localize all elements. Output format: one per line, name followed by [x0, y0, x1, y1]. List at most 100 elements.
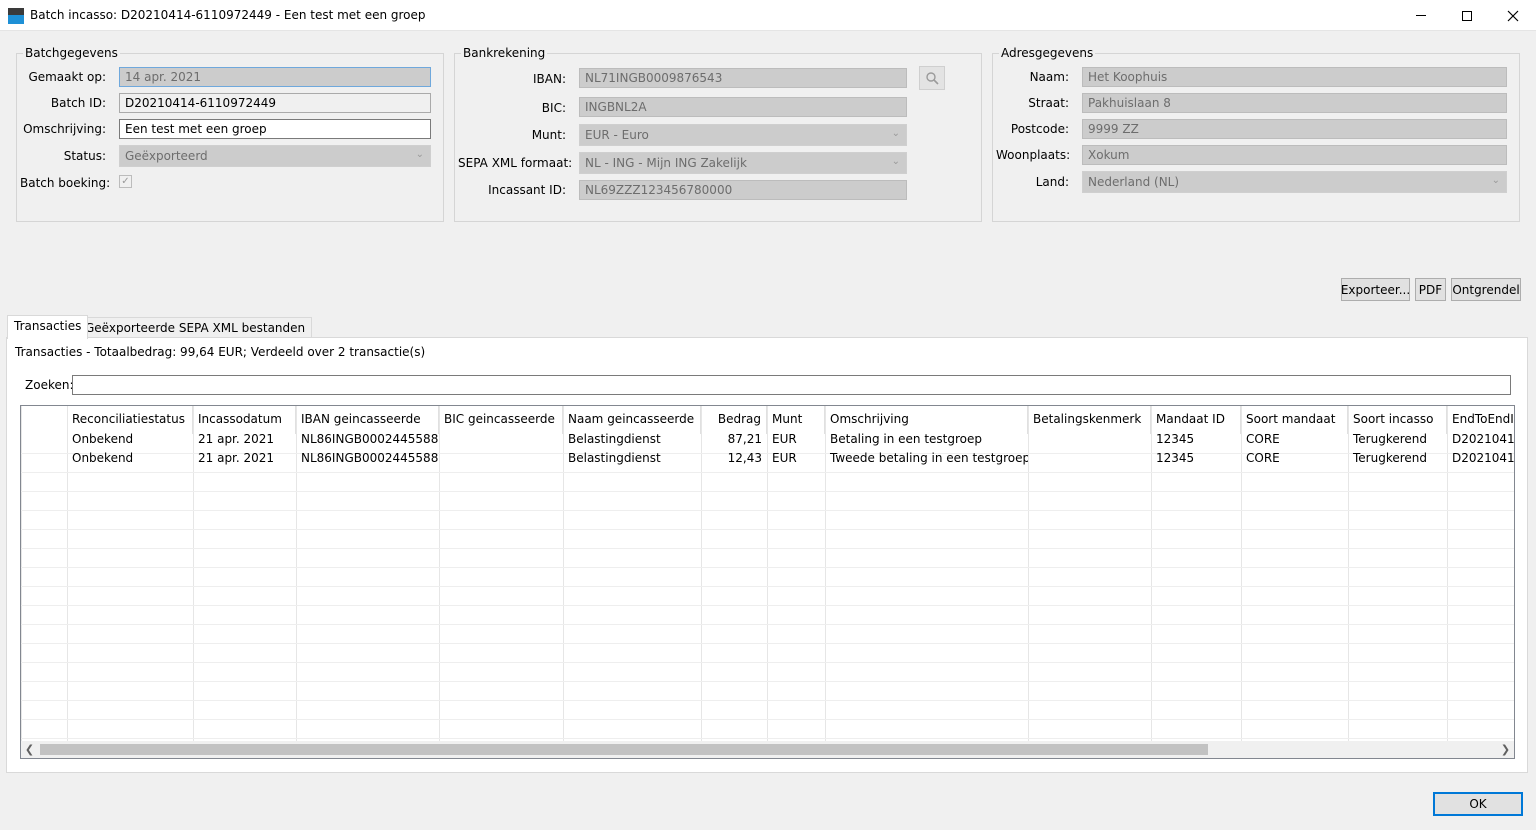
city-field[interactable]: Xokum — [1082, 145, 1507, 165]
grid-row-line — [21, 643, 1514, 644]
street-field[interactable]: Pakhuislaan 8 — [1082, 93, 1507, 113]
table-cell[interactable]: D20210414- — [1447, 430, 1514, 449]
transactions-table[interactable]: Reconciliatiestatus Incassodatum IBAN gein… — [20, 405, 1515, 759]
grid-row-line — [21, 738, 1514, 739]
status-value: Geëxporteerd — [125, 149, 208, 163]
scroll-right-icon[interactable]: ❯ — [1497, 741, 1514, 758]
horizontal-scrollbar[interactable]: ❮ ❯ — [21, 741, 1514, 758]
table-cell[interactable]: CORE — [1241, 430, 1348, 449]
unlock-button[interactable]: Ontgrendel — [1451, 278, 1521, 301]
maximize-icon — [1462, 10, 1472, 21]
name-field[interactable]: Het Koophuis — [1082, 67, 1507, 87]
grid-row-line — [21, 624, 1514, 625]
street-label: Straat: — [1028, 96, 1069, 110]
table-cell[interactable]: NL86INGB0002445588 — [296, 449, 439, 468]
grid-row-line — [21, 719, 1514, 720]
search-icon — [926, 72, 939, 85]
close-button[interactable] — [1490, 0, 1536, 31]
close-icon — [1507, 10, 1519, 21]
batch-group-title: Batchgegevens — [23, 46, 120, 60]
chevron-down-icon: ⌄ — [415, 149, 424, 160]
pdf-button[interactable]: PDF — [1415, 278, 1446, 301]
table-cell[interactable] — [1028, 449, 1151, 468]
search-input[interactable] — [72, 375, 1511, 395]
bic-field[interactable]: INGBNL2A — [579, 97, 907, 117]
table-cell[interactable] — [439, 449, 563, 468]
table-cell[interactable]: 21 apr. 2021 — [193, 430, 296, 449]
table-cell[interactable] — [439, 430, 563, 449]
creditor-id-field[interactable]: NL69ZZZ123456780000 — [579, 180, 907, 200]
created-field[interactable]: 14 apr. 2021 — [119, 67, 431, 87]
tab-transactions[interactable]: Transacties — [7, 315, 89, 339]
minimize-icon — [1416, 15, 1426, 16]
format-select[interactable]: NL - ING - Mijn ING Zakelijk ⌄ — [579, 152, 907, 174]
postcode-field[interactable]: 9999 ZZ — [1082, 119, 1507, 139]
batch-id-field[interactable]: D20210414-6110972449 — [119, 93, 431, 113]
table-cell[interactable]: Onbekend — [67, 449, 193, 468]
creditor-id-label: Incassant ID: — [488, 183, 566, 197]
chevron-down-icon: ⌄ — [1491, 175, 1500, 186]
table-cell[interactable]: CORE — [1241, 449, 1348, 468]
table-cell[interactable]: D20210414- — [1447, 449, 1514, 468]
grid-row-line — [21, 529, 1514, 530]
iban-field[interactable]: NL71INGB0009876543 — [579, 68, 907, 88]
scroll-left-icon[interactable]: ❮ — [21, 741, 38, 758]
table-cell[interactable]: Onbekend — [67, 430, 193, 449]
address-group-title: Adresgegevens — [999, 46, 1096, 60]
grid-row-line — [21, 491, 1514, 492]
table-cell[interactable]: Terugkerend — [1348, 449, 1447, 468]
currency-label: Munt: — [531, 128, 566, 142]
country-value: Nederland (NL) — [1088, 175, 1180, 189]
format-value: NL - ING - Mijn ING Zakelijk — [585, 156, 747, 170]
name-label: Naam: — [1029, 70, 1069, 84]
description-field[interactable]: Een test met een groep — [119, 119, 431, 139]
grid-row-line — [21, 472, 1514, 473]
tab-exported-files[interactable]: Geëxporteerde SEPA XML bestanden — [78, 317, 313, 338]
grid-row-line — [21, 510, 1514, 511]
currency-value: EUR - Euro — [585, 128, 649, 142]
table-cell[interactable]: Belastingdienst — [563, 430, 701, 449]
iban-lookup-button[interactable] — [919, 66, 945, 90]
grid-row-line — [21, 567, 1514, 568]
search-label: Zoeken: — [25, 378, 74, 392]
app-icon — [8, 8, 24, 24]
table-cell[interactable]: Belastingdienst — [563, 449, 701, 468]
iban-label: IBAN: — [533, 72, 566, 86]
created-label: Gemaakt op: — [28, 70, 106, 84]
ok-button[interactable]: OK — [1433, 792, 1523, 816]
export-button[interactable]: Exporteer... — [1341, 278, 1410, 301]
minimize-button[interactable] — [1398, 0, 1444, 31]
maximize-button[interactable] — [1444, 0, 1490, 31]
bank-group-title: Bankrekening — [461, 46, 548, 60]
status-label: Status: — [63, 149, 106, 163]
booking-label: Batch boeking: — [20, 176, 111, 190]
currency-select[interactable]: EUR - Euro ⌄ — [579, 124, 907, 146]
checkmark-icon: ✓ — [121, 176, 130, 187]
booking-checkbox[interactable]: ✓ — [119, 175, 132, 188]
window-title: Batch incasso: D20210414-6110972449 - Ee… — [30, 8, 426, 22]
table-cell[interactable]: 12345 — [1151, 430, 1241, 449]
table-cell[interactable]: 12345 — [1151, 449, 1241, 468]
batch-id-label: Batch ID: — [50, 96, 106, 110]
bic-label: BIC: — [541, 101, 566, 115]
table-cell[interactable]: 21 apr. 2021 — [193, 449, 296, 468]
country-select[interactable]: Nederland (NL) ⌄ — [1082, 171, 1507, 193]
table-cell[interactable]: 87,21 — [701, 430, 767, 449]
table-cell[interactable]: EUR — [767, 449, 825, 468]
table-cell[interactable]: NL86INGB0002445588 — [296, 430, 439, 449]
grid-row-line — [21, 700, 1514, 701]
scrollbar-thumb[interactable] — [40, 744, 1208, 755]
table-cell[interactable]: Tweede betaling in een testgroep — [825, 449, 1028, 468]
format-label: SEPA XML formaat: — [458, 156, 573, 170]
title-bar: Batch incasso: D20210414-6110972449 - Ee… — [0, 0, 1536, 31]
status-select[interactable]: Geëxporteerd ⌄ — [119, 145, 431, 167]
table-cell[interactable] — [1028, 430, 1151, 449]
chevron-down-icon: ⌄ — [891, 128, 900, 139]
table-cell[interactable]: EUR — [767, 430, 825, 449]
grid-row-line — [21, 681, 1514, 682]
chevron-down-icon: ⌄ — [891, 156, 900, 167]
table-cell[interactable]: Betaling in een testgroep — [825, 430, 1028, 449]
table-cell[interactable]: 12,43 — [701, 449, 767, 468]
table-cell[interactable]: Terugkerend — [1348, 430, 1447, 449]
grid-row-line — [21, 662, 1514, 663]
